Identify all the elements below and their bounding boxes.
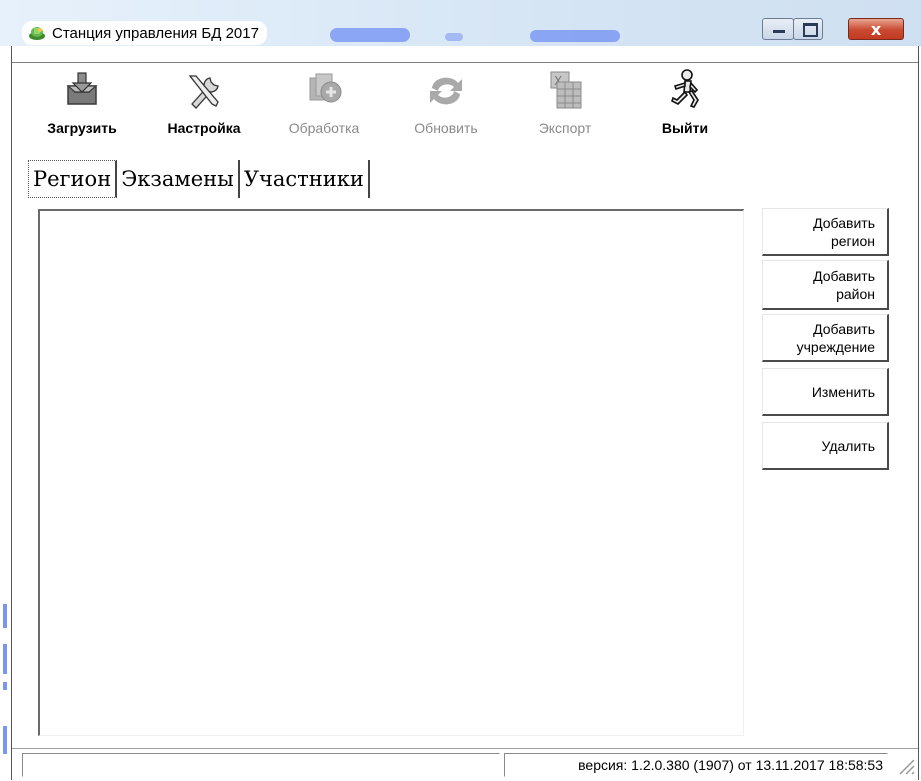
region-tree-view[interactable] xyxy=(38,209,744,736)
add-district-button[interactable]: Добавить район xyxy=(762,260,889,310)
add-district-label-line1: Добавить xyxy=(813,267,875,284)
title-decoration xyxy=(530,30,620,42)
window-left-border xyxy=(0,46,8,780)
app-icon xyxy=(28,25,46,41)
tab-region-label: Регион xyxy=(33,167,112,191)
toolbar-settings-label: Настройка xyxy=(167,120,241,136)
add-region-label-line2: регион xyxy=(830,232,875,249)
delete-label: Удалить xyxy=(821,437,875,454)
tab-participants[interactable]: Участники xyxy=(240,160,370,198)
tab-participants-label: Участники xyxy=(243,167,364,191)
add-region-label-line1: Добавить xyxy=(813,214,875,231)
toolbar-load-label: Загрузить xyxy=(47,120,117,136)
add-institution-button[interactable]: Добавить учреждение xyxy=(762,314,889,362)
maximize-icon xyxy=(803,23,818,37)
toolbar-exit-label: Выйти xyxy=(661,120,709,136)
edit-button[interactable]: Изменить xyxy=(762,368,889,416)
maximize-button[interactable] xyxy=(793,18,823,40)
tools-icon xyxy=(182,68,226,112)
toolbar-load-button[interactable]: Загрузить xyxy=(34,66,130,146)
toolbar-exit-button[interactable]: Выйти xyxy=(640,66,730,146)
version-text: версия: 1.2.0.380 (1907) от 13.11.2017 1… xyxy=(578,757,883,773)
toolbar-top-divider xyxy=(12,62,918,63)
border-decoration xyxy=(3,644,7,674)
minimize-button[interactable] xyxy=(762,18,794,40)
status-panel-empty xyxy=(22,753,500,777)
border-decoration xyxy=(3,604,7,628)
tab-exams[interactable]: Экзамены xyxy=(117,160,240,198)
title-decoration xyxy=(445,33,463,41)
toolbar-refresh-button[interactable]: Обновить xyxy=(396,66,496,146)
inbox-download-icon xyxy=(60,68,104,112)
excel-export-icon: X xyxy=(543,68,587,112)
add-institution-label-line2: учреждение xyxy=(796,338,875,355)
toolbar-process-label: Обработка xyxy=(288,120,360,136)
border-decoration xyxy=(3,682,7,690)
tab-exams-label: Экзамены xyxy=(121,167,234,191)
tab-strip: Регион Экзамены Участники xyxy=(28,160,370,198)
toolbar-process-button[interactable]: Обработка xyxy=(270,66,378,146)
add-institution-label-line1: Добавить xyxy=(813,320,875,337)
resize-grip-icon[interactable] xyxy=(896,756,916,776)
running-man-exit-icon xyxy=(663,68,707,112)
add-region-button[interactable]: Добавить регион xyxy=(762,208,889,256)
refresh-icon xyxy=(424,68,468,112)
delete-button[interactable]: Удалить xyxy=(762,422,889,470)
process-documents-icon xyxy=(302,68,346,112)
app-window: Станция управления БД 2017 x Загрузить Н… xyxy=(0,0,921,781)
minimize-icon xyxy=(773,30,785,33)
close-button[interactable]: x xyxy=(848,18,904,40)
toolbar-refresh-label: Обновить xyxy=(414,120,478,136)
status-version-panel: версия: 1.2.0.380 (1907) от 13.11.2017 1… xyxy=(504,753,888,777)
toolbar-settings-button[interactable]: Настройка xyxy=(150,66,258,146)
title-bar[interactable]: Станция управления БД 2017 x xyxy=(0,0,921,46)
title-decoration xyxy=(330,28,410,42)
title-label: Станция управления БД 2017 xyxy=(22,21,267,45)
edit-label: Изменить xyxy=(811,383,875,400)
toolbar-export-button[interactable]: X Экспорт xyxy=(520,66,610,146)
close-icon: x xyxy=(870,19,882,39)
border-decoration xyxy=(3,726,7,754)
toolbar-export-label: Экспорт xyxy=(538,120,592,136)
add-district-label-line2: район xyxy=(836,285,875,302)
window-title: Станция управления БД 2017 xyxy=(52,24,259,42)
tab-region[interactable]: Регион xyxy=(28,160,118,198)
